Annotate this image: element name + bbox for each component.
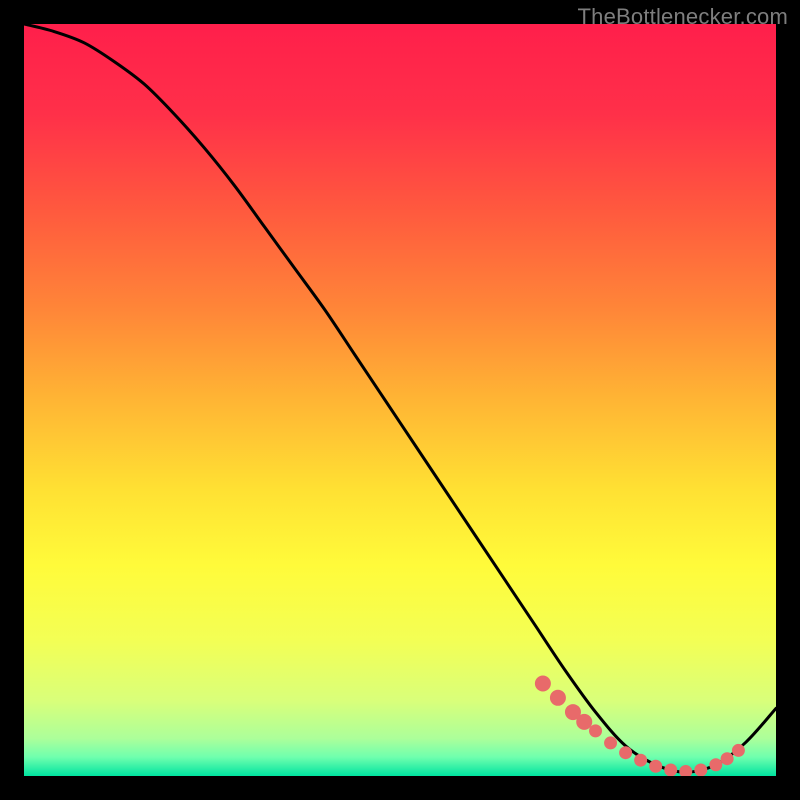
plot-area	[24, 24, 776, 776]
chart-stage: TheBottlenecker.com	[0, 0, 800, 800]
data-marker	[604, 736, 617, 749]
attribution-label: TheBottlenecker.com	[578, 4, 788, 30]
data-marker	[649, 760, 662, 773]
data-marker	[576, 714, 592, 730]
data-marker	[694, 763, 707, 776]
data-marker	[550, 690, 566, 706]
data-marker	[721, 752, 734, 765]
data-marker	[709, 758, 722, 771]
data-marker	[634, 754, 647, 767]
gradient-background	[24, 24, 776, 776]
data-marker	[535, 676, 551, 692]
data-marker	[589, 724, 602, 737]
data-marker	[619, 746, 632, 759]
data-marker	[732, 744, 745, 757]
data-marker	[664, 763, 677, 776]
chart-svg	[24, 24, 776, 776]
